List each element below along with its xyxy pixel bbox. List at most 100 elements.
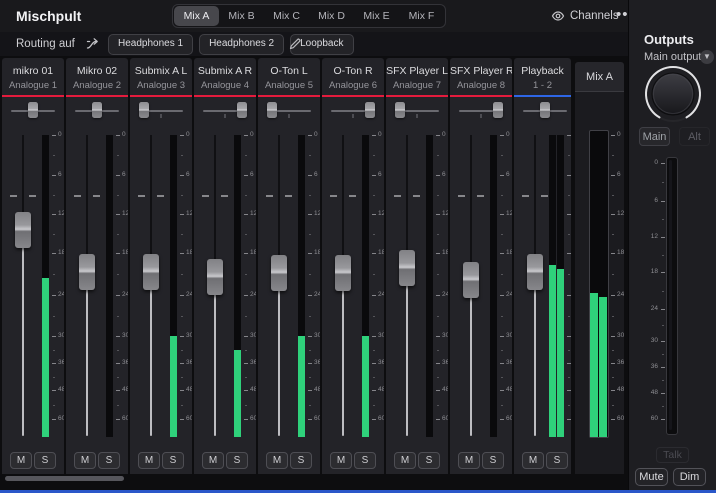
- meter-scale-minor-tick: [568, 376, 570, 378]
- meter-scale-minor-tick: [181, 376, 183, 378]
- solo-button-channel[interactable]: S: [546, 452, 568, 469]
- tab-mix-c[interactable]: Mix C: [264, 6, 309, 26]
- outputs-sidebar: Outputs Main outputs ▼ Main Alt 0 6 12 18 24…: [628, 0, 716, 490]
- meter-scale-minor-tick: [612, 376, 614, 378]
- routing-destination-headphones-1[interactable]: Headphones 1: [108, 34, 194, 55]
- route-icon[interactable]: [86, 37, 101, 51]
- meter-scale-label: 30: [186, 332, 192, 339]
- meter-scale-minor-tick: [568, 233, 570, 235]
- pan-slider-handle[interactable]: [395, 102, 405, 118]
- chevron-down-icon[interactable]: ▼: [700, 50, 714, 64]
- meter-scale-minor-tick: [117, 376, 119, 378]
- fader-unity-mark: [394, 195, 401, 197]
- pan-slider-handle[interactable]: [28, 102, 38, 118]
- meter-scale-minor-tick: [309, 233, 311, 235]
- solo-button-channel[interactable]: S: [34, 452, 56, 469]
- output-level-knob[interactable]: [642, 63, 704, 125]
- tab-mix-d[interactable]: Mix D: [309, 6, 354, 26]
- meter-scale-tick: [436, 295, 440, 296]
- tab-mix-b[interactable]: Mix B: [219, 6, 264, 26]
- solo-button-channel[interactable]: S: [290, 452, 312, 469]
- output-scale-label: 6: [654, 197, 658, 204]
- channels-button[interactable]: Channels: [551, 0, 619, 32]
- meter-scale-tick: [611, 390, 615, 391]
- pan-slider-handle[interactable]: [92, 102, 102, 118]
- meter-scale-tick: [611, 336, 615, 337]
- mute-button-channel[interactable]: M: [522, 452, 544, 469]
- mute-button-channel[interactable]: M: [330, 452, 352, 469]
- mute-button-channel[interactable]: M: [74, 452, 96, 469]
- pan-slider-handle[interactable]: [493, 102, 503, 118]
- alt-output-button[interactable]: Alt: [679, 127, 710, 146]
- pan-slider-handle[interactable]: [139, 102, 149, 118]
- top-bar: Mischpult Mix A Mix B Mix C Mix D Mix E Mix F…: [0, 0, 634, 32]
- meter-scale-minor-tick: [245, 376, 247, 378]
- main-output-button[interactable]: Main: [639, 127, 670, 146]
- routing-destination-headphones-2[interactable]: Headphones 2: [199, 34, 285, 55]
- mute-button-channel[interactable]: M: [266, 452, 288, 469]
- solo-button-channel[interactable]: S: [98, 452, 120, 469]
- fader-track: [86, 271, 88, 436]
- solo-button-channel[interactable]: S: [418, 452, 440, 469]
- fader-handle[interactable]: [399, 249, 415, 286]
- output-selector[interactable]: Main outputs: [644, 51, 707, 63]
- channel-strip-submix-a-r: Submix A R Analogue 4 0 6 12 18 24 30 36 48 60 M S: [194, 58, 256, 474]
- tab-mix-f[interactable]: Mix F: [399, 6, 444, 26]
- mute-button-channel[interactable]: M: [202, 452, 224, 469]
- channel-accent-line: [386, 95, 448, 97]
- meter-scale-minor-tick: [53, 194, 55, 196]
- fader-unity-mark: [477, 195, 484, 197]
- fader-handle[interactable]: [207, 259, 223, 296]
- meter-scale-label: 24: [58, 291, 64, 298]
- meter-scale-label: 12: [250, 210, 256, 217]
- meter-scale-minor-tick: [568, 315, 570, 317]
- horizontal-scrollbar[interactable]: [5, 476, 124, 481]
- meter-scale-tick: [500, 135, 504, 136]
- solo-button-channel[interactable]: S: [226, 452, 248, 469]
- meter-scale-label: 60: [506, 415, 512, 422]
- meter-scale-label: 6: [58, 171, 62, 178]
- pencil-icon[interactable]: [288, 37, 302, 51]
- pan-slider-handle[interactable]: [540, 102, 550, 118]
- meter-scale-minor-tick: [309, 376, 311, 378]
- fader-handle[interactable]: [15, 211, 31, 248]
- fader-handle[interactable]: [527, 253, 543, 290]
- fader-unity-mark: [458, 195, 465, 197]
- mute-button-channel[interactable]: M: [394, 452, 416, 469]
- meter-scale-minor-tick: [612, 404, 614, 406]
- meter-scale-minor-tick: [309, 274, 311, 275]
- pan-slider-handle[interactable]: [267, 102, 277, 118]
- fader-handle[interactable]: [335, 255, 351, 292]
- meter-scale-tick: [372, 419, 376, 420]
- fader-unity-mark: [349, 195, 356, 197]
- solo-button-channel[interactable]: S: [354, 452, 376, 469]
- meter-scale-label: 6: [617, 171, 621, 178]
- tab-mix-a[interactable]: Mix A: [174, 6, 219, 26]
- fader-handle[interactable]: [463, 262, 479, 299]
- fader-handle[interactable]: [271, 255, 287, 292]
- meter-scale-label: 18: [378, 249, 384, 256]
- meter-scale-label: 18: [122, 249, 128, 256]
- solo-button-channel[interactable]: S: [482, 452, 504, 469]
- pan-slider-handle[interactable]: [237, 102, 247, 118]
- meter-scale-label: 30: [250, 332, 256, 339]
- meter-scale-label: 60: [378, 415, 384, 422]
- meter-scale-minor-tick: [309, 404, 311, 406]
- tab-mix-e[interactable]: Mix E: [354, 6, 399, 26]
- mute-button[interactable]: Mute: [635, 468, 668, 486]
- mute-button-channel[interactable]: M: [10, 452, 32, 469]
- mute-button-channel[interactable]: M: [138, 452, 160, 469]
- solo-button-channel[interactable]: S: [162, 452, 184, 469]
- meter-scale-tick: [116, 135, 120, 136]
- channel-subtitle: Analogue 6: [328, 80, 378, 91]
- channel-accent-line: [130, 95, 192, 97]
- meter-scale-tick: [372, 135, 376, 136]
- talk-button[interactable]: Talk: [656, 447, 689, 463]
- fader-handle[interactable]: [143, 253, 159, 290]
- fader-handle[interactable]: [79, 253, 95, 290]
- output-scale-label: 0: [654, 159, 658, 166]
- dim-button[interactable]: Dim: [673, 468, 706, 486]
- pan-slider-handle[interactable]: [365, 102, 375, 118]
- fader-track: [534, 271, 536, 436]
- mute-button-channel[interactable]: M: [458, 452, 480, 469]
